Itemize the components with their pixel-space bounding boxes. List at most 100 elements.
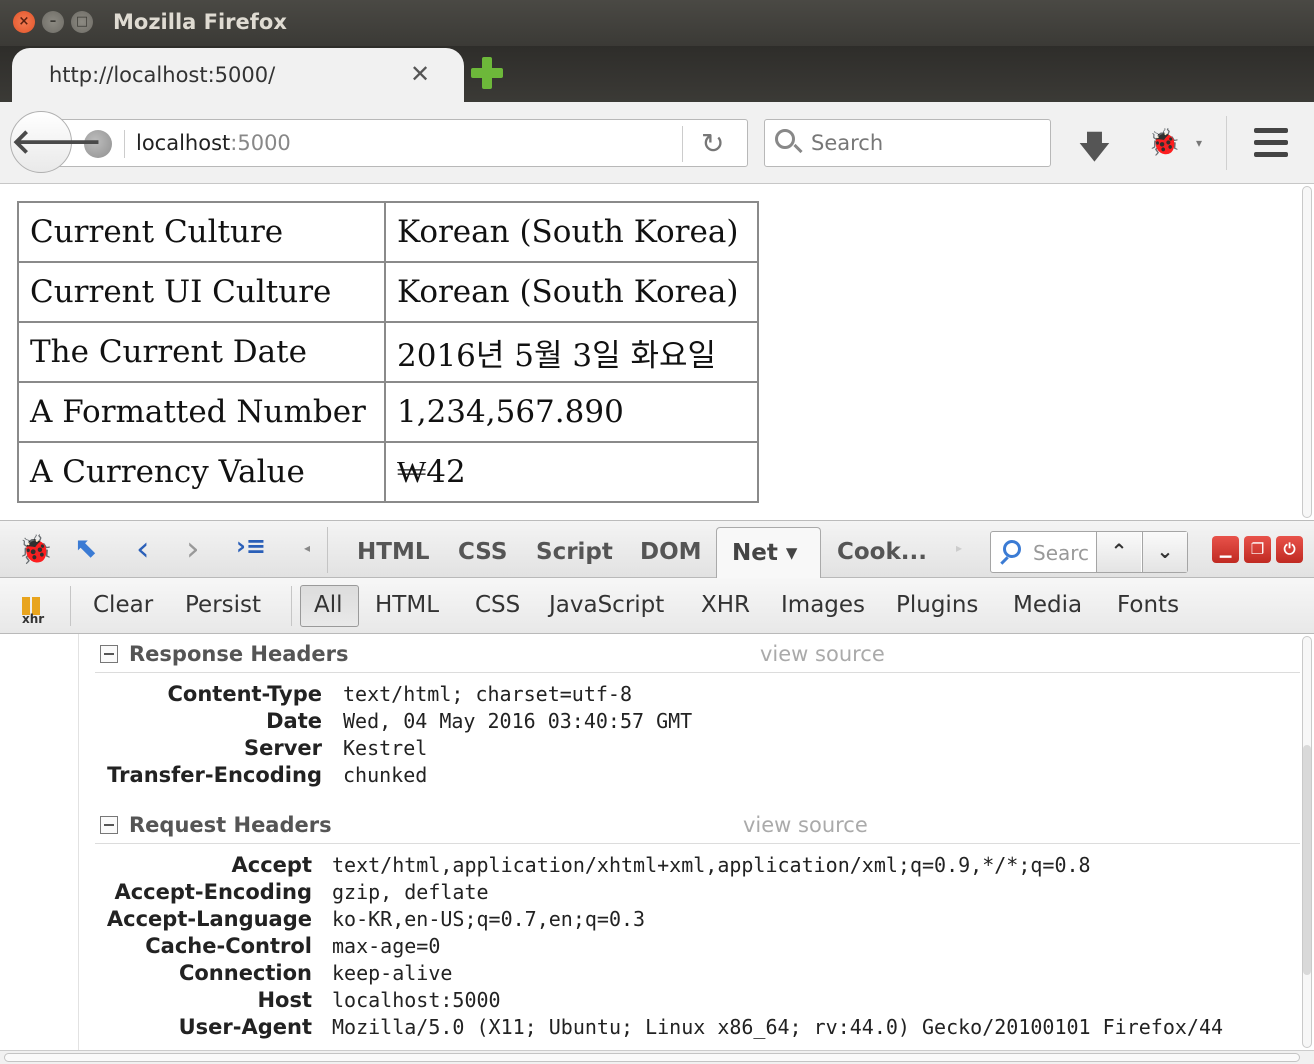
filter-media-button[interactable]: Media [1013, 592, 1082, 618]
reload-separator [682, 126, 683, 162]
clear-button[interactable]: Clear [93, 592, 153, 618]
culture-value-cell: ₩42 [384, 441, 759, 503]
response-headers-toggle[interactable]: Response Headers [100, 642, 349, 666]
culture-key-cell: Current Culture [17, 201, 386, 263]
header-name: Accept [231, 853, 312, 877]
culture-row: Current Culture Korean (South Korea) [17, 201, 759, 263]
filter-fonts-button[interactable]: Fonts [1117, 592, 1179, 618]
firebug-icon[interactable]: 🐞 [1148, 128, 1180, 158]
culture-row: A Formatted Number 1,234,567.890 [17, 381, 759, 443]
window-maximize-button[interactable]: □ [71, 11, 93, 33]
search-input[interactable]: Search [764, 119, 1051, 167]
request-headers-title: Request Headers [129, 813, 332, 837]
browser-tab[interactable]: http://localhost:5000/ ✕ [12, 48, 464, 104]
firebug-search-input[interactable]: Searc ⌃ ⌄ [990, 531, 1188, 573]
header-value: Mozilla/5.0 (X11; Ubuntu; Linux x86_64; … [332, 1015, 1224, 1039]
firebug-dropdown-icon[interactable]: ▾ [1196, 136, 1202, 150]
header-name: Host [257, 988, 312, 1012]
header-value: gzip, deflate [332, 880, 489, 904]
tab-html[interactable]: HTML [357, 539, 429, 565]
new-tab-plus-icon[interactable] [471, 57, 503, 89]
horizontal-scrollbar[interactable] [0, 1050, 1314, 1064]
culture-key-cell: A Currency Value [17, 441, 386, 503]
response-headers-title: Response Headers [129, 642, 349, 666]
firebug-search-placeholder: Searc [1033, 541, 1090, 565]
filter-separator [291, 586, 292, 626]
tab-script[interactable]: Script [536, 539, 613, 565]
header-value: Kestrel [343, 736, 428, 760]
url-port: :5000 [230, 131, 291, 155]
scrollbar-thumb[interactable] [1303, 745, 1311, 975]
firebug-power-icon[interactable]: ⏻ [1276, 536, 1303, 563]
culture-row: A Currency Value ₩42 [17, 441, 759, 503]
persist-xhr-icon[interactable]: xhr [20, 594, 46, 628]
menu-separator [1226, 116, 1227, 170]
command-line-icon[interactable]: ›≡ [236, 532, 266, 560]
net-panel-scrollbar[interactable] [1302, 636, 1312, 1048]
page-content: Current Culture Korean (South Korea) Curre… [0, 184, 1314, 520]
download-icon[interactable]: 🡇 [1078, 125, 1111, 179]
hamburger-menu-icon[interactable] [1254, 128, 1288, 158]
navigation-toolbar: localhost:5000 ↻ 🡐 Search 🡇 🐞 ▾ [0, 102, 1314, 184]
net-filter-bar: xhr Clear Persist All HTML CSS JavaScrip… [0, 578, 1314, 634]
net-panel: Response Headers view source Content-Typ… [0, 634, 1314, 1050]
xhr-icon-label: xhr [22, 612, 45, 626]
tab-dom[interactable]: DOM [640, 539, 702, 565]
header-value: localhost:5000 [332, 988, 501, 1012]
page-scrollbar[interactable] [1302, 186, 1312, 518]
culture-key-cell: Current UI Culture [17, 261, 386, 323]
tab-css[interactable]: CSS [458, 539, 507, 565]
filter-plugins-button[interactable]: Plugins [896, 592, 978, 618]
filter-css-button[interactable]: CSS [475, 592, 520, 618]
inspect-element-icon[interactable]: ⬉ [74, 531, 97, 564]
fb-forward-arrow-icon[interactable]: › [186, 529, 200, 569]
culture-value-cell: Korean (South Korea) [384, 201, 759, 263]
persist-button[interactable]: Persist [185, 592, 261, 618]
header-name: Connection [178, 961, 312, 985]
firebug-minimize-icon[interactable]: ▁ [1212, 536, 1239, 563]
url-bar[interactable]: localhost:5000 ↻ [56, 119, 748, 167]
tab-net[interactable]: Net ▾ [716, 527, 821, 579]
tab-cookies[interactable]: Cook... [837, 539, 927, 565]
tabs-scroll-right-icon[interactable]: ▸ [956, 541, 962, 555]
window-minimize-button[interactable]: – [42, 11, 64, 33]
window-close-button[interactable]: × [13, 11, 35, 33]
firebug-toolbar: 🐞 ⬉ ‹ › ›≡ ◂ HTML CSS Script DOM Net ▾ C… [0, 520, 1314, 579]
tabs-scroll-left-icon[interactable]: ◂ [304, 541, 310, 555]
firebug-detach-icon[interactable]: ❐ [1244, 536, 1271, 563]
filter-images-button[interactable]: Images [781, 592, 865, 618]
firebug-menu-bug-icon[interactable]: 🐞 [18, 533, 53, 566]
filter-all-button[interactable]: All [300, 585, 359, 627]
header-name: Content-Type [167, 682, 323, 706]
url-separator [124, 130, 125, 158]
search-next-chevron-down-icon[interactable]: ⌄ [1142, 532, 1187, 572]
request-headers-toggle[interactable]: Request Headers [100, 813, 332, 837]
filter-xhr-button[interactable]: XHR [701, 592, 750, 618]
culture-value-cell: 1,234,567.890 [384, 381, 759, 443]
header-name: Transfer-Encoding [107, 763, 322, 787]
firebug-search-icon [1003, 540, 1021, 558]
header-value: ko-KR,en-US;q=0.7,en;q=0.3 [332, 907, 646, 931]
fb-separator [327, 527, 328, 573]
reload-icon[interactable]: ↻ [701, 127, 724, 160]
filter-html-button[interactable]: HTML [375, 592, 439, 618]
window-title: Mozilla Firefox [113, 10, 287, 34]
section-divider [95, 672, 1300, 673]
back-arrow-icon: 🡐 [11, 122, 103, 162]
collapse-minus-icon[interactable] [100, 816, 118, 834]
response-view-source-link[interactable]: view source [760, 642, 885, 666]
header-value: max-age=0 [332, 934, 441, 958]
culture-key-cell: A Formatted Number [17, 381, 386, 443]
header-value: Wed, 04 May 2016 03:40:57 GMT [343, 709, 693, 733]
search-previous-chevron-up-icon[interactable]: ⌃ [1096, 532, 1141, 572]
filter-javascript-button[interactable]: JavaScript [549, 592, 664, 618]
culture-row: The Current Date 2016년 5월 3일 화요일 [17, 321, 759, 383]
tab-close-icon[interactable]: ✕ [410, 60, 430, 88]
collapse-minus-icon[interactable] [100, 645, 118, 663]
request-view-source-link[interactable]: view source [743, 813, 868, 837]
horizontal-scrollbar-thumb[interactable] [4, 1053, 1300, 1062]
window-titlebar: × – □ Mozilla Firefox [0, 0, 1314, 46]
url-text[interactable]: localhost:5000 [136, 131, 291, 155]
back-button[interactable]: 🡐 [10, 111, 102, 173]
fb-back-arrow-icon[interactable]: ‹ [136, 529, 150, 569]
